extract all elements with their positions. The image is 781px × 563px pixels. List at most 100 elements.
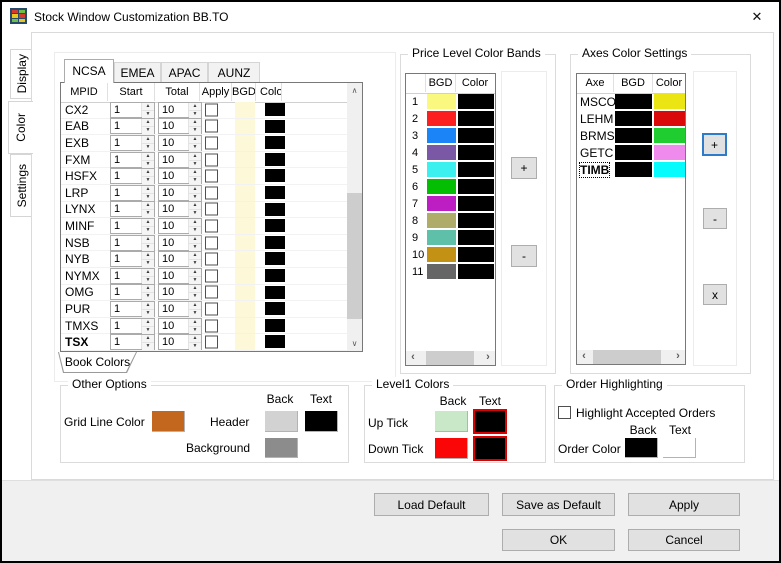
color-swatch[interactable] <box>458 213 494 228</box>
tab-apac[interactable]: APAC <box>161 62 208 83</box>
total-spinner[interactable]: 10 ▲ ▼ <box>158 201 202 218</box>
total-value[interactable]: 10 <box>159 236 188 250</box>
apply-button[interactable]: Apply <box>628 493 740 516</box>
color-swatch[interactable] <box>265 318 285 332</box>
start-value[interactable]: 1 <box>111 153 141 167</box>
spinner-up-icon[interactable]: ▲ <box>189 135 201 144</box>
spinner-buttons[interactable]: ▲ ▼ <box>188 318 201 334</box>
spinner-down-icon[interactable]: ▼ <box>189 110 201 118</box>
bgd-swatch[interactable] <box>235 251 255 267</box>
order-back-swatch[interactable] <box>625 438 658 458</box>
color-swatch[interactable] <box>265 219 285 233</box>
start-value[interactable]: 1 <box>111 119 141 133</box>
apply-checkbox[interactable] <box>205 186 218 200</box>
spinner-up-icon[interactable]: ▲ <box>189 252 201 261</box>
spinner-up-icon[interactable]: ▲ <box>142 301 154 310</box>
tab-settings[interactable]: Settings <box>10 154 32 217</box>
spinner-down-icon[interactable]: ▼ <box>142 110 154 118</box>
spinner-down-icon[interactable]: ▼ <box>189 160 201 168</box>
color-swatch[interactable] <box>654 145 685 160</box>
apply-checkbox[interactable] <box>205 302 218 316</box>
start-value[interactable]: 1 <box>111 269 141 283</box>
start-value[interactable]: 1 <box>111 319 141 333</box>
spinner-down-icon[interactable]: ▼ <box>142 293 154 301</box>
spinner-buttons[interactable]: ▲ ▼ <box>188 218 201 234</box>
total-value[interactable]: 10 <box>159 202 188 216</box>
apply-checkbox[interactable] <box>205 136 218 150</box>
scroll-right-icon[interactable]: › <box>481 351 495 365</box>
spinner-down-icon[interactable]: ▼ <box>189 243 201 251</box>
start-value[interactable]: 1 <box>111 202 141 216</box>
spinner-buttons[interactable]: ▲ ▼ <box>141 102 154 118</box>
bgd-swatch[interactable] <box>615 128 652 143</box>
load-default-button[interactable]: Load Default <box>374 493 489 516</box>
start-spinner[interactable]: 1 ▲ ▼ <box>110 168 155 185</box>
spinner-buttons[interactable]: ▲ ▼ <box>188 301 201 317</box>
total-value[interactable]: 10 <box>159 252 188 266</box>
total-spinner[interactable]: 10 ▲ ▼ <box>158 251 202 268</box>
axes-remove-button[interactable]: - <box>703 208 727 229</box>
spinner-down-icon[interactable]: ▼ <box>142 127 154 135</box>
spinner-down-icon[interactable]: ▼ <box>142 226 154 234</box>
grid-line-color-swatch[interactable] <box>152 411 185 432</box>
bgd-swatch[interactable] <box>615 94 652 109</box>
spinner-up-icon[interactable]: ▲ <box>189 268 201 277</box>
up-tick-back-swatch[interactable] <box>435 411 468 432</box>
axe-label[interactable]: GETC <box>580 146 613 160</box>
apply-checkbox[interactable] <box>205 202 218 216</box>
spinner-buttons[interactable]: ▲ ▼ <box>188 268 201 284</box>
spinner-up-icon[interactable]: ▲ <box>189 202 201 211</box>
apply-checkbox[interactable] <box>205 103 218 117</box>
total-spinner[interactable]: 10 ▲ ▼ <box>158 118 202 135</box>
total-spinner[interactable]: 10 ▲ ▼ <box>158 151 202 168</box>
total-value[interactable]: 10 <box>159 319 188 333</box>
spinner-up-icon[interactable]: ▲ <box>189 335 201 344</box>
start-spinner[interactable]: 1 ▲ ▼ <box>110 317 155 334</box>
apply-checkbox[interactable] <box>205 252 218 266</box>
spinner-buttons[interactable]: ▲ ▼ <box>188 252 201 268</box>
scrollbar-thumb[interactable] <box>593 350 662 364</box>
bgd-swatch[interactable] <box>235 301 255 317</box>
color-swatch[interactable] <box>458 264 494 279</box>
bgd-swatch[interactable] <box>615 111 652 126</box>
apply-checkbox[interactable] <box>205 269 218 283</box>
start-spinner[interactable]: 1 ▲ ▼ <box>110 300 155 317</box>
bgd-swatch[interactable] <box>427 264 456 279</box>
spinner-up-icon[interactable]: ▲ <box>142 252 154 261</box>
spinner-up-icon[interactable]: ▲ <box>189 285 201 294</box>
bgd-swatch[interactable] <box>427 128 456 143</box>
background-swatch[interactable] <box>265 438 298 458</box>
start-spinner[interactable]: 1 ▲ ▼ <box>110 118 155 135</box>
color-swatch[interactable] <box>265 152 285 166</box>
spinner-up-icon[interactable]: ▲ <box>142 135 154 144</box>
price-bands-horizontal-scrollbar[interactable]: ‹ › <box>406 351 495 365</box>
apply-checkbox[interactable] <box>205 285 218 299</box>
bgd-swatch[interactable] <box>427 213 456 228</box>
start-value[interactable]: 1 <box>111 136 141 150</box>
scrollbar-thumb[interactable] <box>426 351 474 365</box>
title-bar[interactable]: Stock Window Customization BB.TO ✕ <box>2 2 779 32</box>
spinner-down-icon[interactable]: ▼ <box>189 260 201 268</box>
spinner-down-icon[interactable]: ▼ <box>189 226 201 234</box>
axes-horizontal-scrollbar[interactable]: ‹ › <box>577 350 685 364</box>
spinner-buttons[interactable]: ▲ ▼ <box>141 202 154 218</box>
spinner-down-icon[interactable]: ▼ <box>189 309 201 317</box>
total-value[interactable]: 10 <box>159 136 188 150</box>
color-swatch[interactable] <box>265 136 285 150</box>
color-swatch[interactable] <box>265 335 285 349</box>
spinner-buttons[interactable]: ▲ ▼ <box>188 102 201 118</box>
color-swatch[interactable] <box>458 111 494 126</box>
bgd-swatch[interactable] <box>235 151 255 168</box>
color-swatch[interactable] <box>654 128 685 143</box>
color-swatch[interactable] <box>458 145 494 160</box>
bgd-swatch[interactable] <box>235 234 255 251</box>
start-value[interactable]: 1 <box>111 236 141 250</box>
bgd-swatch[interactable] <box>427 111 456 126</box>
total-value[interactable]: 10 <box>159 169 188 183</box>
bgd-swatch[interactable] <box>235 317 255 334</box>
spinner-buttons[interactable]: ▲ ▼ <box>141 252 154 268</box>
axes-add-button[interactable]: + <box>702 133 727 156</box>
bgd-swatch[interactable] <box>235 284 255 301</box>
spinner-buttons[interactable]: ▲ ▼ <box>141 135 154 151</box>
start-spinner[interactable]: 1 ▲ ▼ <box>110 151 155 168</box>
